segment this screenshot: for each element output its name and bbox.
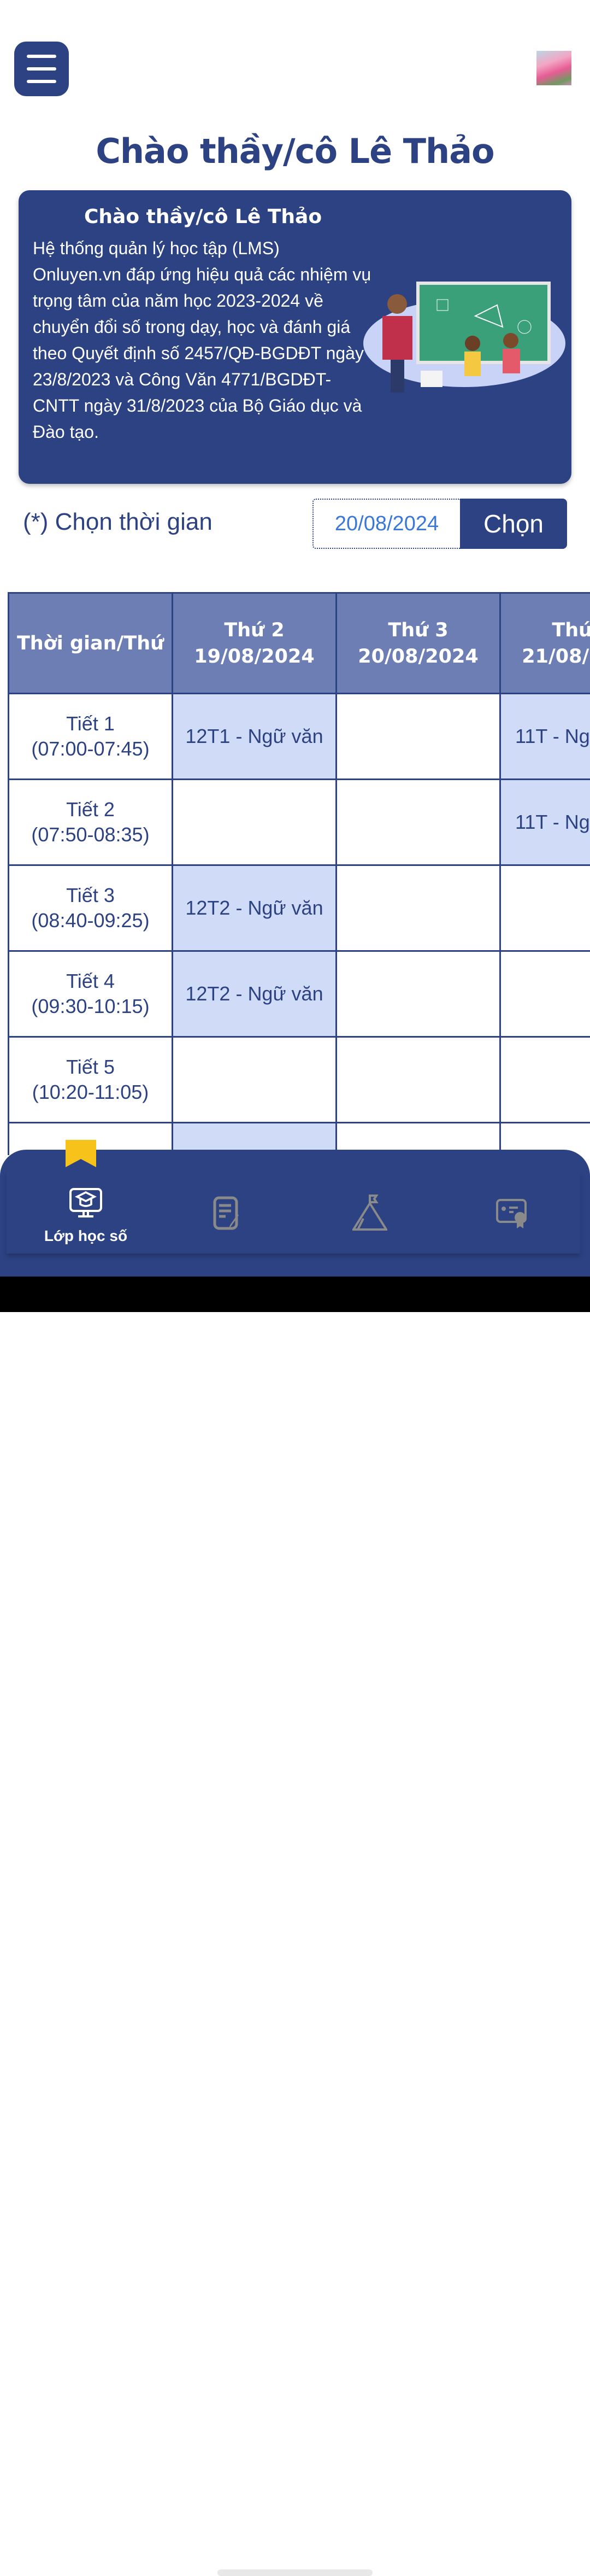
mountain-flag-icon — [352, 1195, 387, 1231]
column-header: Thứ 320/08/2024 — [337, 593, 500, 694]
header-day: Thứ 2 — [173, 617, 335, 643]
certificate-icon — [496, 1199, 528, 1230]
period-time: (09:30-10:15) — [9, 994, 172, 1019]
lesson-cell — [500, 865, 590, 951]
column-header: Thời gian/Thứ — [9, 593, 173, 694]
table-row: Tiết 5(10:20-11:05) — [9, 1037, 590, 1123]
page-title: Chào thầy/cô Lê Thảo — [0, 131, 590, 171]
nav-label: Lớp học số — [44, 1227, 127, 1245]
nav-certificates[interactable] — [457, 1172, 567, 1264]
header-day: Thời gian/Thứ — [9, 630, 172, 657]
period-time: (07:00-07:45) — [9, 736, 172, 762]
lesson-cell — [337, 780, 500, 865]
lesson-cell — [500, 1037, 590, 1123]
home-indicator[interactable] — [217, 2569, 373, 2576]
period-cell: Tiết 3(08:40-09:25) — [9, 865, 173, 951]
lesson-cell — [337, 865, 500, 951]
period-name: Tiết 5 — [9, 1055, 172, 1080]
lesson-cell[interactable]: 11T - Ngữ văn — [500, 780, 590, 865]
nav-digital-classroom[interactable]: Lớp học số — [31, 1172, 140, 1264]
hamburger-line — [27, 67, 56, 71]
period-name: Tiết 3 — [9, 883, 172, 908]
header-day: Thứ 3 — [337, 617, 499, 643]
table-row: Tiết 4(09:30-10:15)12T2 - Ngữ văn — [9, 951, 590, 1037]
system-nav-bar — [0, 1277, 590, 1312]
menu-button[interactable] — [14, 42, 69, 96]
choose-time-label: (*) Chọn thời gian — [23, 508, 213, 536]
lesson-cell[interactable]: 11T - Ngữ văn — [500, 694, 590, 780]
document-edit-icon — [213, 1196, 243, 1231]
teacher-classroom-illustration — [361, 278, 568, 395]
hamburger-icon — [27, 55, 56, 58]
period-name: Tiết 1 — [9, 711, 172, 736]
column-header: Thứ 219/08/2024 — [173, 593, 337, 694]
lesson-cell — [173, 1037, 337, 1123]
hamburger-line — [27, 80, 56, 83]
period-time: (07:50-08:35) — [9, 822, 172, 847]
lesson-cell[interactable]: 12T2 - Ngữ văn — [173, 865, 337, 951]
nav-assignments[interactable] — [173, 1172, 282, 1264]
header-date: 19/08/2024 — [173, 643, 335, 670]
header-day: Thứ 4 — [501, 617, 590, 643]
lesson-cell — [500, 951, 590, 1037]
lesson-cell[interactable]: 12T1 - Ngữ văn — [173, 694, 337, 780]
header-date: 20/08/2024 — [337, 643, 499, 670]
nav-goals[interactable] — [315, 1172, 424, 1264]
lesson-cell — [337, 1037, 500, 1123]
period-name: Tiết 2 — [9, 797, 172, 822]
schedule-table: Thời gian/ThứThứ 219/08/2024Thứ 320/08/2… — [8, 592, 590, 1155]
choose-button[interactable]: Chọn — [460, 499, 567, 549]
lesson-cell — [337, 951, 500, 1037]
table-row: Tiết 3(08:40-09:25)12T2 - Ngữ văn — [9, 865, 590, 951]
period-cell: Tiết 5(10:20-11:05) — [9, 1037, 173, 1123]
period-name: Tiết 4 — [9, 969, 172, 994]
period-cell: Tiết 2(07:50-08:35) — [9, 780, 173, 865]
card-text: Hệ thống quản lý học tập (LMS) Onluyen.v… — [33, 235, 371, 445]
column-header: Thứ 421/08/2024 — [500, 593, 590, 694]
header-date: 21/08/2024 — [501, 643, 590, 670]
period-cell: Tiết 1(07:00-07:45) — [9, 694, 173, 780]
table-row: Tiết 2(07:50-08:35) 11T - Ngữ văn — [9, 780, 590, 865]
digital-classroom-icon — [68, 1187, 103, 1220]
period-cell: Tiết 4(09:30-10:15) — [9, 951, 173, 1037]
table-row: Tiết 1(07:00-07:45)12T1 - Ngữ văn 11T - N… — [9, 694, 590, 780]
period-time: (08:40-09:25) — [9, 908, 172, 933]
card-title: Chào thầy/cô Lê Thảo — [84, 206, 322, 228]
avatar[interactable] — [536, 51, 571, 85]
welcome-card: Chào thầy/cô Lê Thảo Hệ thống quản lý họ… — [19, 190, 571, 484]
period-time: (10:20-11:05) — [9, 1080, 172, 1105]
lesson-cell[interactable]: 12T2 - Ngữ văn — [173, 951, 337, 1037]
bottom-nav: Lớp học số — [0, 1150, 590, 1277]
date-input[interactable]: 20/08/2024 — [312, 499, 461, 549]
lesson-cell — [337, 694, 500, 780]
lesson-cell — [173, 780, 337, 865]
